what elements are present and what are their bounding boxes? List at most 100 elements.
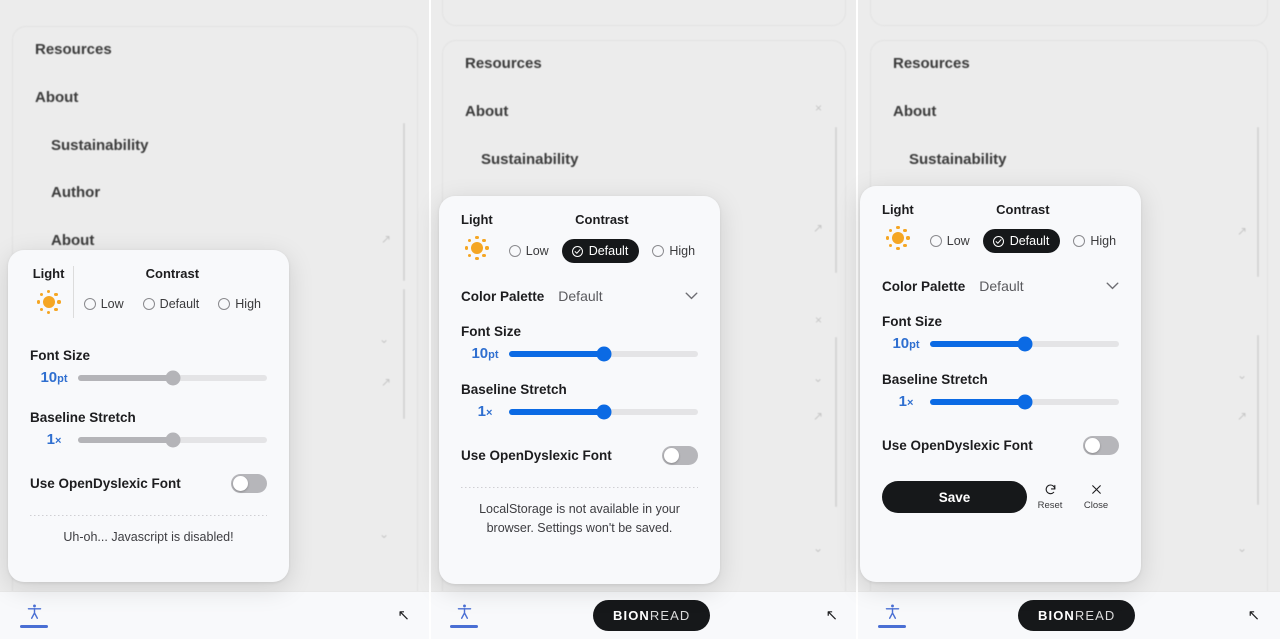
dyslexic-font-toggle[interactable] [662, 446, 698, 465]
close-label: Close [1084, 500, 1108, 511]
baseline-slider[interactable] [78, 437, 267, 443]
close-icon-2[interactable]: × [815, 313, 822, 327]
chevron-down-icon[interactable]: ⌄ [379, 332, 389, 346]
collapse-corner-icon[interactable]: ↖ [825, 608, 838, 623]
save-button[interactable]: Save [882, 481, 1027, 513]
nav-item-resources[interactable]: Resources [893, 55, 970, 72]
contrast-option-low[interactable]: Low [924, 230, 976, 252]
accessibility-person-icon[interactable] [20, 603, 48, 628]
chevron-down-icon[interactable]: ⌄ [1237, 368, 1247, 382]
dyslexic-label: Use OpenDyslexic Font [461, 448, 612, 463]
nav-item-resources[interactable]: Resources [465, 55, 542, 72]
font-size-value: 10pt [461, 345, 509, 362]
contrast-option-label: High [1090, 234, 1116, 248]
chevron-down-icon-2[interactable]: ⌄ [813, 541, 823, 555]
reset-button[interactable]: Reset [1027, 483, 1073, 511]
footer-message: Uh-oh... Javascript is disabled! [30, 528, 267, 547]
external-link-icon-2[interactable]: ↗ [1237, 409, 1247, 423]
theme-mode-group[interactable]: Light [30, 266, 67, 314]
check-circle-icon [992, 235, 1005, 248]
font-size-slider[interactable] [78, 375, 267, 381]
nav-item-about[interactable]: About [893, 103, 936, 120]
collapse-corner-icon[interactable]: ↖ [397, 608, 410, 623]
contrast-radio-group: Low Default High [924, 229, 1122, 253]
contrast-option-high[interactable]: High [1067, 230, 1122, 252]
font-size-number: 10 [892, 335, 909, 352]
external-link-icon[interactable]: ↗ [1237, 224, 1247, 238]
collapse-corner-icon[interactable]: ↖ [1247, 608, 1260, 623]
active-indicator [450, 625, 478, 628]
accessibility-person-icon[interactable] [878, 603, 906, 628]
nav-item-sustainability[interactable]: Sustainability [481, 151, 579, 168]
font-size-slider[interactable] [509, 351, 698, 357]
font-size-unit: pt [909, 339, 919, 351]
bionread-logo[interactable]: BIONREAD [1018, 600, 1135, 631]
font-size-field: Font Size 10pt [461, 324, 698, 362]
font-size-slider-row: 10pt [461, 345, 698, 362]
baseline-slider[interactable] [930, 399, 1119, 405]
nav-item-author[interactable]: Author [51, 184, 100, 201]
contrast-option-label: Low [101, 297, 124, 311]
scrollbar-thumb-2[interactable] [403, 289, 405, 419]
scrollbar-thumb[interactable] [835, 127, 837, 273]
contrast-option-default[interactable]: Default [137, 293, 206, 315]
sun-icon[interactable] [465, 236, 489, 260]
accessibility-person-icon[interactable] [450, 603, 478, 628]
logo-bold-text: BION [1038, 608, 1075, 623]
dotted-divider [461, 487, 698, 488]
baseline-stretch-field: Baseline Stretch 1× [882, 372, 1119, 410]
contrast-option-default[interactable]: Default [562, 239, 640, 263]
theme-mode-group[interactable]: Light [882, 202, 914, 250]
contrast-option-label: High [235, 297, 261, 311]
chevron-down-icon-2[interactable]: ⌄ [1237, 541, 1247, 555]
radio-circle-icon [1073, 235, 1085, 247]
theme-label: Light [882, 202, 914, 217]
contrast-option-high[interactable]: High [212, 293, 267, 315]
color-palette-row[interactable]: Color Palette Default [461, 288, 698, 304]
column-divider-2 [856, 0, 858, 639]
sun-icon[interactable] [886, 226, 910, 250]
dyslexic-font-toggle[interactable] [231, 474, 267, 493]
dyslexic-font-toggle[interactable] [1083, 436, 1119, 455]
scrollbar-thumb[interactable] [403, 123, 405, 281]
color-palette-row[interactable]: Color Palette Default [882, 278, 1119, 294]
chevron-down-icon-2[interactable]: ⌄ [379, 527, 389, 541]
external-link-icon-2[interactable]: ↗ [813, 409, 823, 423]
theme-mode-group[interactable]: Light [461, 212, 493, 260]
contrast-option-high[interactable]: High [646, 240, 701, 262]
font-size-slider-row: 10pt [30, 369, 267, 386]
nav-item-sustainability[interactable]: Sustainability [909, 151, 1007, 168]
scrollbar-thumb[interactable] [1257, 127, 1259, 277]
logo-bold-text: BION [613, 608, 650, 623]
scrollbar-thumb-2[interactable] [1257, 335, 1259, 505]
external-link-icon[interactable]: ↗ [813, 221, 823, 235]
nav-item-sustainability[interactable]: Sustainability [51, 137, 149, 154]
contrast-option-label: High [669, 244, 695, 258]
close-button[interactable]: Close [1073, 483, 1119, 511]
dyslexic-label: Use OpenDyslexic Font [882, 438, 1033, 453]
nav-item-about-2[interactable]: About [51, 232, 94, 249]
sun-icon[interactable] [37, 290, 61, 314]
contrast-option-low[interactable]: Low [78, 293, 130, 315]
bionread-logo[interactable]: BIONREAD [593, 600, 710, 631]
external-link-icon-2[interactable]: ↗ [381, 375, 391, 389]
color-palette-value: Default [558, 288, 602, 304]
close-icon[interactable]: × [815, 101, 822, 115]
settings-popover-1: Light Contrast [8, 250, 289, 582]
chevron-down-icon[interactable] [1106, 279, 1119, 293]
nav-item-about[interactable]: About [35, 89, 78, 106]
nav-item-resources[interactable]: Resources [35, 41, 112, 58]
column-divider-1 [429, 0, 431, 639]
nav-item-about[interactable]: About [465, 103, 508, 120]
contrast-option-default[interactable]: Default [983, 229, 1061, 253]
contrast-option-low[interactable]: Low [503, 240, 555, 262]
external-link-icon[interactable]: ↗ [381, 232, 391, 246]
font-size-slider[interactable] [930, 341, 1119, 347]
bottom-toolbar-1: ↖ [0, 591, 430, 639]
baseline-slider[interactable] [509, 409, 698, 415]
logo-light-text: READ [1075, 608, 1116, 623]
check-circle-icon [571, 245, 584, 258]
chevron-down-icon[interactable] [685, 289, 698, 303]
scrollbar-thumb-2[interactable] [835, 337, 837, 507]
chevron-down-icon[interactable]: ⌄ [813, 371, 823, 385]
